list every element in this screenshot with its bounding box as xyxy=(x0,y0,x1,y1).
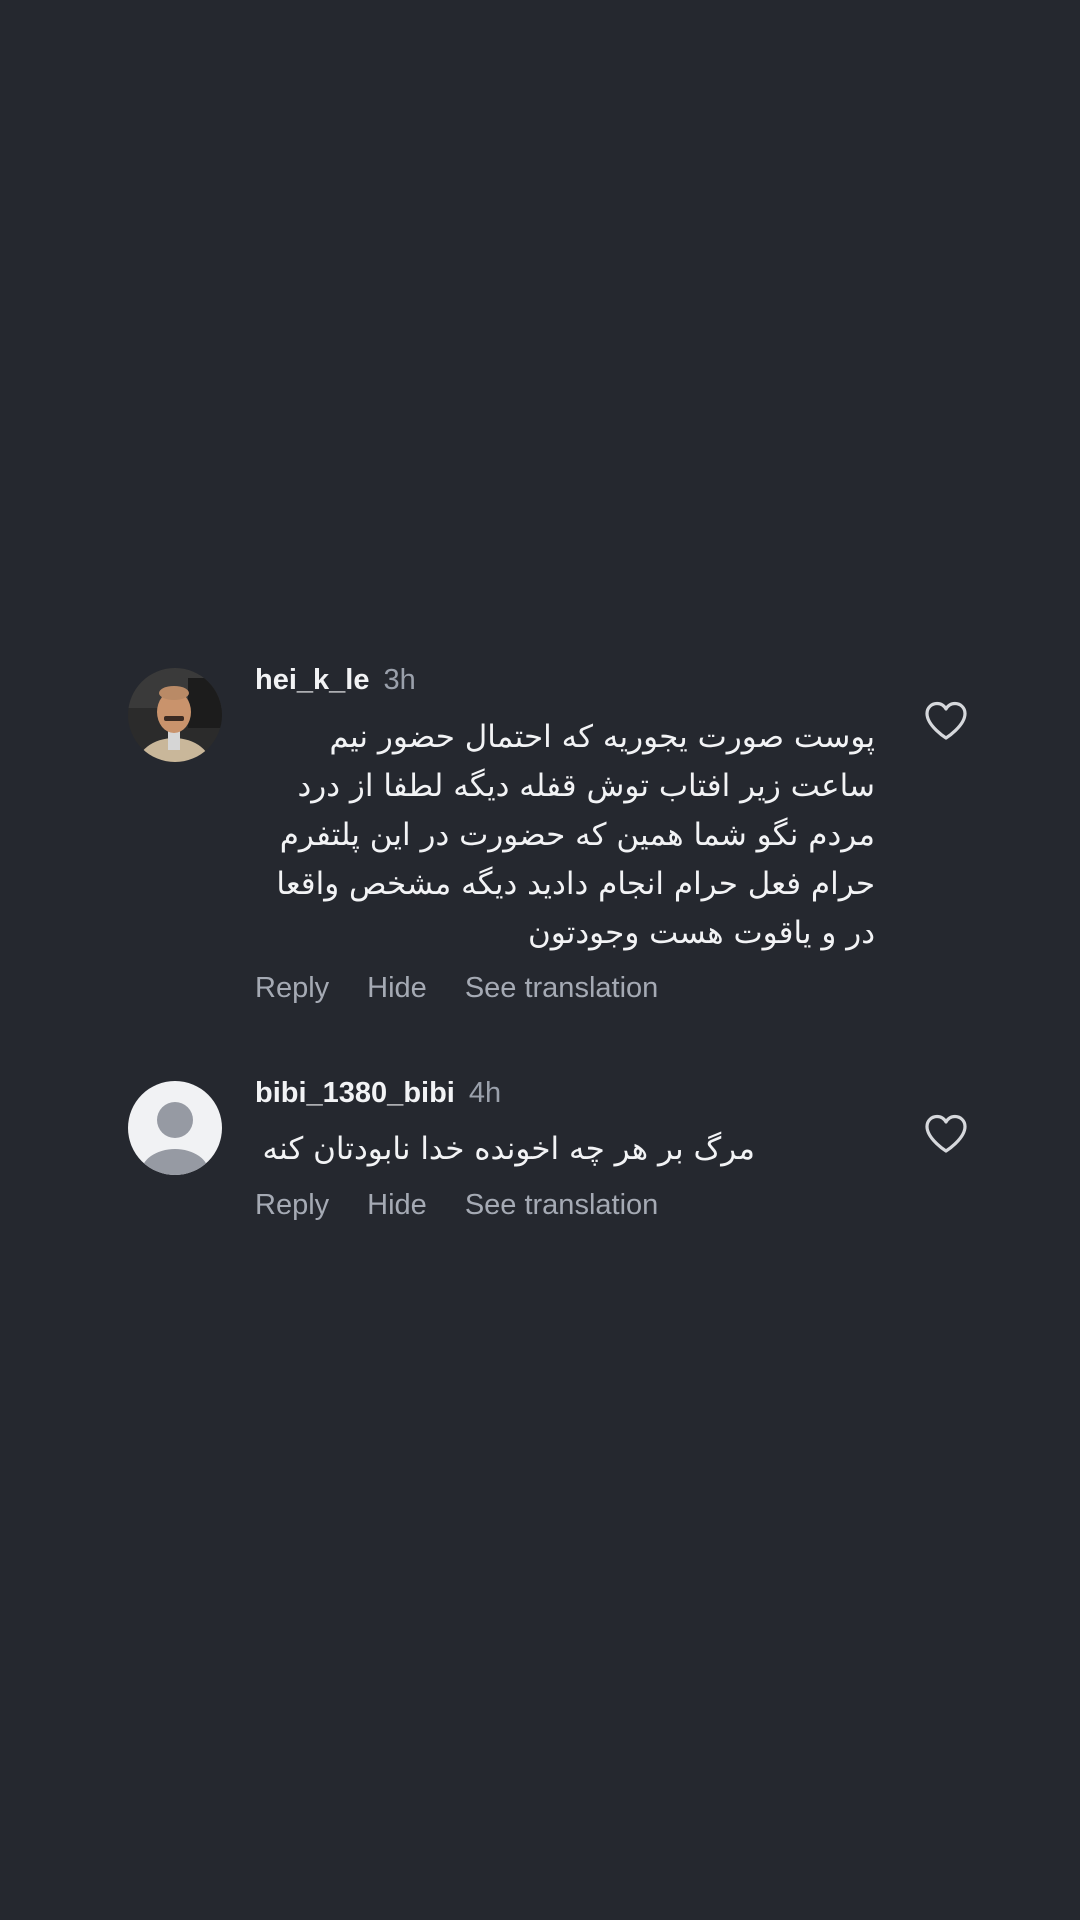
username[interactable]: hei_k_le xyxy=(255,664,369,696)
see-translation-button[interactable]: See translation xyxy=(465,972,658,1004)
comment-header: bibi_1380_bibi 4h xyxy=(255,1077,501,1110)
hide-button[interactable]: Hide xyxy=(367,972,427,1004)
heart-outline-icon xyxy=(925,1114,967,1153)
comment-text: پوست صورت یجوریه که احتمال حضور نیم ساعت… xyxy=(276,719,875,951)
username[interactable]: bibi_1380_bibi xyxy=(255,1077,455,1109)
see-translation-button[interactable]: See translation xyxy=(465,1189,658,1221)
timestamp: 3h xyxy=(383,664,416,696)
comment-actions: Reply Hide See translation xyxy=(255,1189,696,1222)
hide-button[interactable]: Hide xyxy=(367,1189,427,1221)
avatar[interactable] xyxy=(128,1081,222,1175)
comments-screen: hei_k_le 3h پوست صورت یجوریه که احتمال حض… xyxy=(0,0,1080,1920)
default-avatar-icon xyxy=(128,1081,222,1175)
like-button[interactable] xyxy=(923,700,969,742)
reply-button[interactable]: Reply xyxy=(255,972,329,1004)
comment-actions: Reply Hide See translation xyxy=(255,972,696,1005)
heart-outline-icon xyxy=(925,701,967,740)
comment-header: hei_k_le 3h xyxy=(255,664,416,697)
user-photo-icon xyxy=(128,668,222,762)
avatar[interactable] xyxy=(128,668,222,762)
comment-text: مرگ بر هر چه اخونده خدا نابودتان کنه xyxy=(262,1131,755,1167)
like-button[interactable] xyxy=(923,1113,969,1155)
reply-button[interactable]: Reply xyxy=(255,1189,329,1221)
timestamp: 4h xyxy=(468,1077,502,1109)
